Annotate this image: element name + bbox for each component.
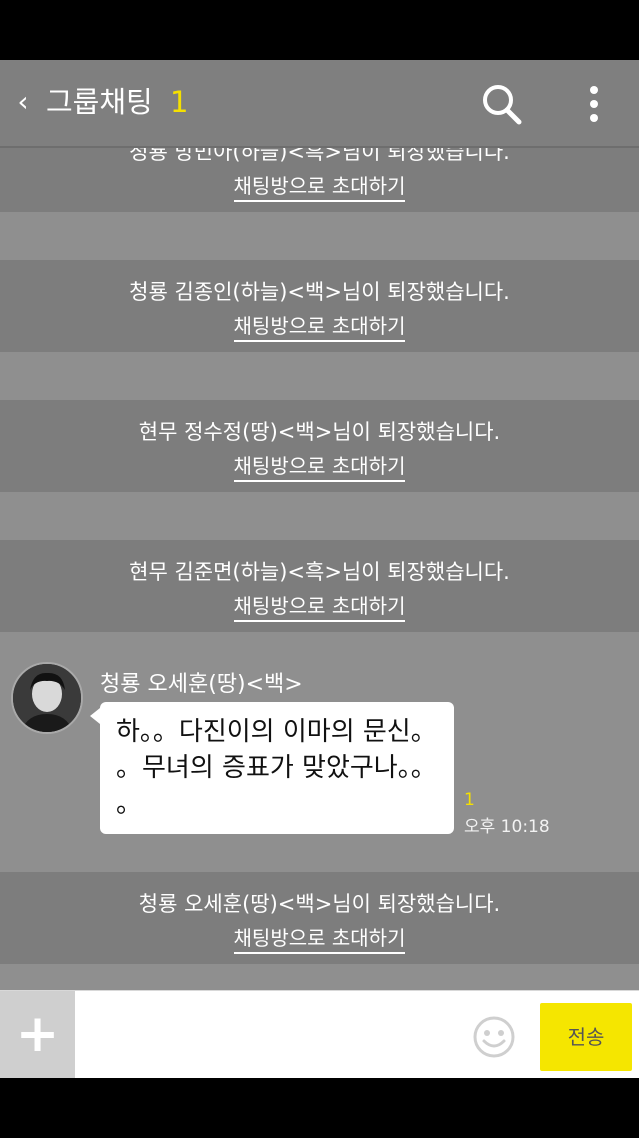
chat-area[interactable]: 청룡 방민아(하늘)<흑>님이 퇴장했습니다. 채팅방으로 초대하기 청룡 김종… — [0, 148, 639, 990]
chat-header: ‹ 그룹채팅 1 — [0, 60, 639, 148]
read-count: 1 — [464, 790, 475, 810]
message-input[interactable] — [75, 991, 470, 1078]
plus-icon[interactable]: + — [0, 991, 75, 1078]
notice-text: 청룡 오세훈(땅)<백>님이 퇴장했습니다. — [138, 892, 501, 916]
invite-link[interactable]: 채팅방으로 초대하기 — [233, 454, 406, 482]
invite-link[interactable]: 채팅방으로 초대하기 — [233, 314, 406, 342]
notice-text: 현무 김준면(하늘)<흑>님이 퇴장했습니다. — [129, 560, 510, 584]
search-icon[interactable] — [478, 82, 526, 126]
notice-text: 청룡 김종인(하늘)<백>님이 퇴장했습니다. — [129, 280, 510, 304]
more-options-icon[interactable] — [578, 82, 610, 126]
sender-name: 청룡 오세훈(땅)<백> — [100, 672, 303, 697]
message-time: 오후 10:18 — [464, 817, 550, 837]
avatar[interactable] — [11, 662, 83, 734]
invite-link[interactable]: 채팅방으로 초대하기 — [233, 174, 406, 202]
message-text: 하。。다진이의 이마의 문신。 。무녀의 증표가 맞았구나。。 。 — [116, 717, 437, 819]
message-bubble[interactable]: 하。。다진이의 이마의 문신。 。무녀의 증표가 맞았구나。。 。 — [90, 702, 454, 834]
invite-link[interactable]: 채팅방으로 초대하기 — [233, 926, 406, 954]
leave-notice: 청룡 김종인(하늘)<백>님이 퇴장했습니다. 채팅방으로 초대하기 — [0, 260, 639, 352]
leave-notice: 청룡 방민아(하늘)<흑>님이 퇴장했습니다. 채팅방으로 초대하기 — [0, 148, 639, 212]
send-button[interactable]: 전송 — [540, 1003, 632, 1071]
leave-notice: 현무 김준면(하늘)<흑>님이 퇴장했습니다. 채팅방으로 초대하기 — [0, 540, 639, 632]
leave-notice: 청룡 오세훈(땅)<백>님이 퇴장했습니다. 채팅방으로 초대하기 — [0, 872, 639, 964]
notice-text: 현무 정수정(땅)<백>님이 퇴장했습니다. — [138, 420, 501, 444]
status-bar — [0, 0, 639, 60]
composer-bar: + 전송 — [0, 990, 639, 1078]
back-button[interactable]: ‹ — [8, 80, 38, 124]
navigation-bar — [0, 1078, 639, 1138]
emoji-icon[interactable] — [472, 1015, 516, 1059]
chat-title: 그룹채팅 — [46, 85, 153, 119]
member-count: 1 — [170, 85, 189, 119]
invite-link[interactable]: 채팅방으로 초대하기 — [233, 594, 406, 622]
notice-text: 청룡 방민아(하늘)<흑>님이 퇴장했습니다. — [129, 148, 510, 164]
leave-notice: 현무 정수정(땅)<백>님이 퇴장했습니다. 채팅방으로 초대하기 — [0, 400, 639, 492]
